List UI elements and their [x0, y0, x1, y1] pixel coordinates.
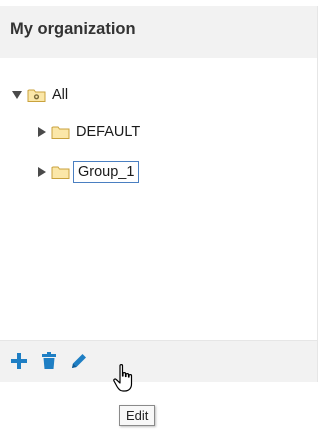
hand-pointer-icon [112, 363, 138, 395]
collapse-arrow-icon[interactable] [38, 167, 46, 177]
folder-icon [51, 125, 70, 140]
pencil-icon [72, 354, 86, 368]
folder-open-icon [27, 88, 46, 103]
edit-button[interactable] [69, 351, 89, 371]
delete-button[interactable] [39, 351, 59, 371]
tree-node-all[interactable]: All [12, 83, 68, 107]
expand-arrow-icon[interactable] [12, 91, 22, 99]
tree-node-label: DEFAULT [76, 124, 141, 140]
add-button[interactable] [9, 351, 29, 371]
trash-icon [42, 352, 56, 369]
tree-node-default[interactable]: DEFAULT [38, 120, 140, 144]
tree-node-label: All [52, 87, 69, 103]
edit-tooltip: Edit [119, 405, 156, 426]
organization-tree: All DEFAULT Group_1 [0, 58, 318, 340]
tree-node-group-1[interactable]: Group_1 [38, 160, 140, 184]
panel-header: My organization [0, 6, 318, 58]
panel-title: My organization [10, 20, 136, 38]
tree-node-label-selected[interactable]: Group_1 [73, 161, 140, 183]
collapse-arrow-icon[interactable] [38, 127, 46, 137]
plus-icon [11, 353, 27, 369]
folder-icon [51, 165, 70, 180]
organization-panel: My organization All DEFAULT Group_1 Edit [0, 0, 328, 436]
tree-toolbar [0, 340, 318, 382]
